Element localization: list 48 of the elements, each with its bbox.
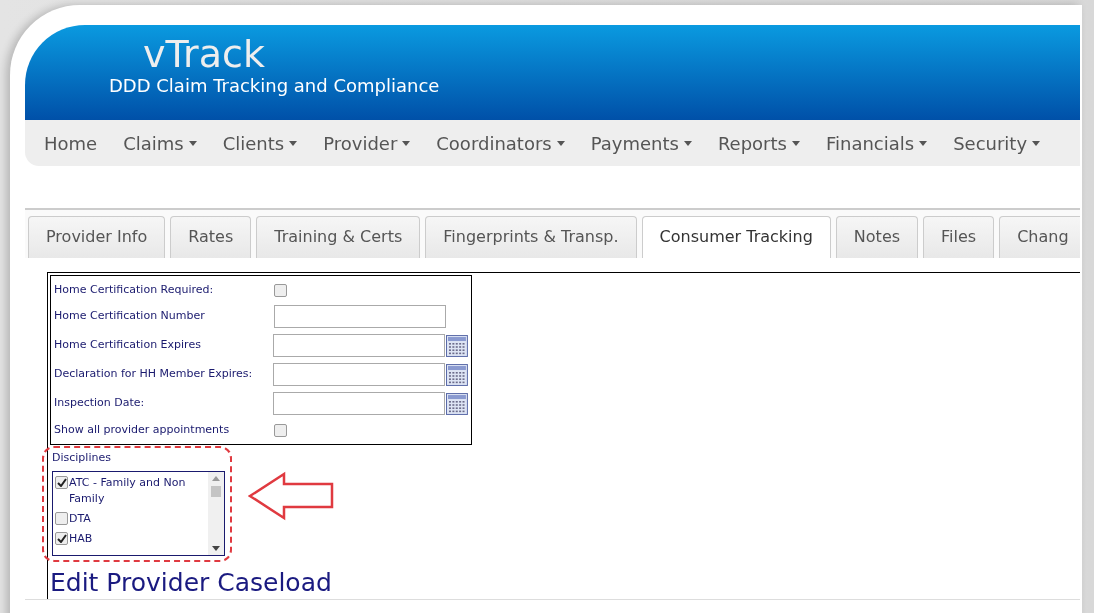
field-label: Home Certification Number — [54, 308, 206, 325]
checkbox[interactable] — [55, 531, 68, 545]
nav-menu-item[interactable]: Reports — [717, 129, 800, 157]
tab[interactable]: Rates — [170, 216, 252, 258]
date-field[interactable] — [273, 392, 446, 415]
section-label: Disciplines — [52, 450, 112, 466]
checkbox[interactable] — [274, 283, 287, 297]
list-item-label: DTA — [69, 510, 91, 527]
list-item-label: HAB — [69, 530, 93, 547]
tab[interactable]: Files — [923, 216, 995, 258]
tab[interactable]: Consumer Tracking — [641, 216, 831, 258]
nav-menu-item[interactable]: Provider — [323, 129, 411, 157]
tab[interactable]: Chang — [999, 216, 1080, 258]
list-item-label: ATC - Family and Non Family — [69, 474, 187, 507]
calendar-icon[interactable] — [446, 334, 468, 357]
tab[interactable]: Notes — [835, 216, 919, 258]
field-label: Declaration for HH Member Expires: — [54, 366, 254, 383]
nav-menu-item[interactable]: Claims — [123, 129, 197, 157]
field-label: Inspection Date: — [54, 395, 146, 412]
checkmark-icon — [56, 533, 67, 543]
field-label: Home Certification Expires — [54, 337, 202, 354]
calendar-icon[interactable] — [446, 363, 468, 386]
nav-menu-item[interactable]: Coordinators — [436, 129, 565, 157]
scroll-down-icon[interactable] — [211, 545, 221, 552]
field-label: Show all provider appointments — [54, 421, 231, 438]
tab[interactable]: Provider Info — [28, 216, 166, 258]
nav-menu-item[interactable]: Security — [953, 129, 1041, 157]
scroll-up-icon[interactable] — [211, 474, 221, 497]
nav-menu-item[interactable]: Financials — [825, 129, 928, 157]
checkmark-icon — [56, 477, 67, 487]
section-heading: Edit Provider Caseload — [50, 567, 333, 598]
nav-menu-item[interactable]: Clients — [222, 129, 298, 157]
app-logo: vTrack — [143, 33, 266, 75]
nav-menu-item[interactable]: Payments — [590, 129, 692, 157]
input-field[interactable] — [274, 305, 446, 328]
calendar-icon[interactable] — [446, 392, 468, 415]
arrow-icon — [248, 471, 334, 521]
checkbox[interactable] — [55, 475, 68, 489]
checkbox[interactable] — [274, 423, 287, 437]
tab[interactable]: Training & Certs — [256, 216, 421, 258]
nav-menu-item[interactable]: Home — [44, 129, 98, 157]
field-label: Home Certification Required: — [54, 281, 215, 298]
tab[interactable]: Fingerprints & Transp. — [425, 216, 637, 258]
date-field[interactable] — [273, 363, 446, 386]
date-field[interactable] — [273, 334, 446, 357]
scrollbar[interactable] — [208, 471, 224, 555]
app-subtitle: DDD Claim Tracking and Compliance — [109, 75, 441, 97]
checkbox[interactable] — [55, 511, 68, 525]
